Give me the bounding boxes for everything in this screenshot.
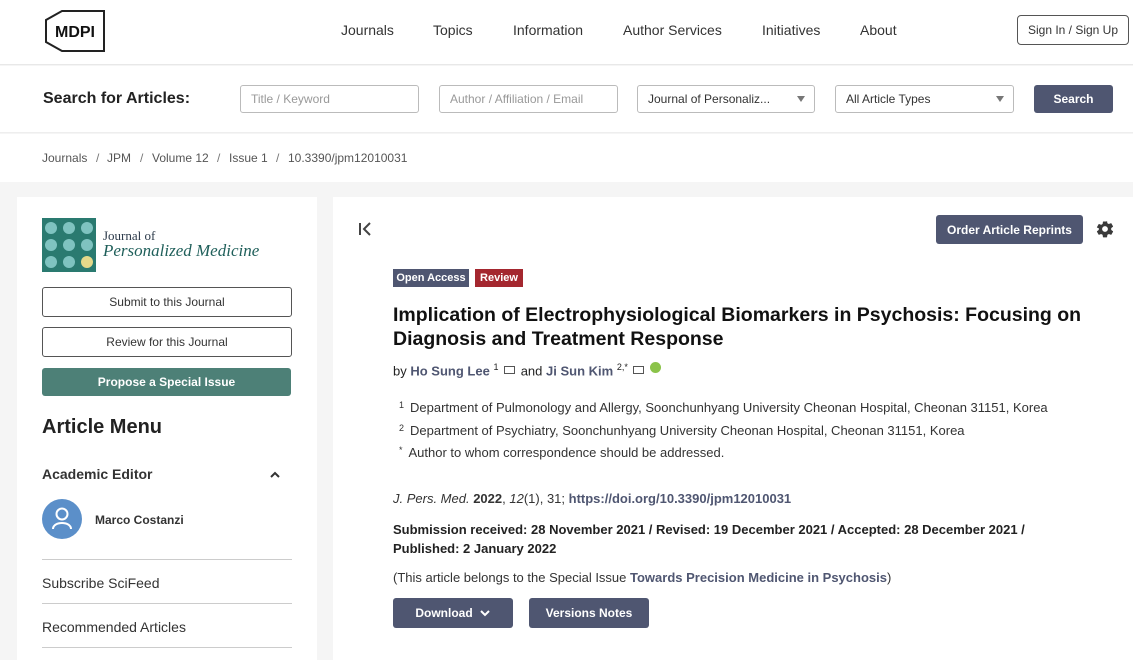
citation: J. Pers. Med. 2022, 12(1), 31; https://d… [393, 491, 791, 506]
chevron-down-icon [479, 610, 490, 617]
nav-author-services[interactable]: Author Services [623, 22, 722, 38]
affiliation: * Author to whom correspondence should be… [399, 445, 724, 460]
author-affiliation-input[interactable]: Author / Affiliation / Email [439, 85, 618, 113]
affiliation-text: Department of Pulmonology and Allergy, S… [410, 400, 1048, 415]
orcid-icon[interactable] [650, 362, 662, 374]
breadcrumb-separator: / [140, 151, 144, 165]
journal-name[interactable]: Personalized Medicine [103, 241, 259, 261]
affiliation-text: Department of Psychiatry, Soonchunhyang … [410, 423, 965, 438]
breadcrumb-issue[interactable]: Issue 1 [229, 151, 268, 165]
affiliation-text: Author to whom correspondence should be … [408, 445, 725, 460]
open-access-badge: Open Access [393, 269, 469, 287]
author-list: by Ho Sung Lee 1 and Ji Sun Kim 2,* [393, 362, 662, 379]
article-panel: Order Article Reprints Open Access Revie… [333, 197, 1133, 660]
search-bar: Search for Articles: Title / Keyword Aut… [0, 66, 1133, 133]
sidebar: Journal of Personalized Medicine Submit … [17, 197, 317, 660]
citation-issue-page: (1), 31; [523, 491, 569, 506]
divider [42, 603, 292, 604]
author-affiliation-number: 2,* [616, 362, 628, 372]
special-issue-prefix: (This article belongs to the Special Iss… [393, 570, 631, 585]
affiliation-number: 1 [399, 400, 405, 410]
search-label: Search for Articles: [43, 90, 191, 107]
affiliation-number: * [399, 445, 403, 455]
journal-abbrev: J. Pers. Med. [393, 491, 470, 506]
special-issue-note: (This article belongs to the Special Iss… [393, 570, 891, 585]
submit-journal-button[interactable]: Submit to this Journal [42, 287, 292, 317]
email-icon[interactable] [633, 366, 645, 375]
breadcrumb-jpm[interactable]: JPM [107, 151, 131, 165]
affiliation: 1 Department of Pulmonology and Allergy, … [399, 400, 1048, 415]
collapse-sidebar-icon[interactable] [357, 221, 373, 237]
versions-notes-button[interactable]: Versions Notes [529, 598, 649, 628]
breadcrumb-separator: / [96, 151, 100, 165]
nav-initiatives[interactable]: Initiatives [762, 22, 820, 38]
user-icon [52, 507, 72, 530]
top-navigation-bar: MDPI Journals Topics Information Author … [0, 0, 1133, 65]
divider [42, 559, 292, 560]
breadcrumb: Journals / JPM / Volume 12 / Issue 1 / 1… [0, 134, 1133, 182]
breadcrumb-doi: 10.3390/jpm12010031 [288, 151, 408, 165]
doi-link[interactable]: https://doi.org/10.3390/jpm12010031 [569, 491, 792, 506]
order-reprints-button[interactable]: Order Article Reprints [936, 215, 1083, 244]
nav-topics[interactable]: Topics [433, 22, 473, 38]
special-issue-suffix: ) [886, 570, 892, 585]
special-issue-link[interactable]: Towards Precision Medicine in Psychosis [630, 570, 887, 585]
subscribe-scifeed-link[interactable]: Subscribe SciFeed [42, 575, 160, 591]
affiliation-number: 2 [399, 423, 405, 433]
mdpi-logo[interactable]: MDPI [42, 10, 107, 52]
search-button[interactable]: Search [1034, 85, 1113, 113]
nav-journals[interactable]: Journals [341, 22, 394, 38]
chevron-down-icon [996, 96, 1004, 102]
breadcrumb-journals[interactable]: Journals [42, 151, 87, 165]
breadcrumb-separator: / [217, 151, 221, 165]
download-label: Download [415, 606, 473, 620]
title-keyword-input[interactable]: Title / Keyword [240, 85, 419, 113]
review-badge: Review [475, 269, 523, 287]
article-type-value: All Article Types [846, 92, 931, 106]
propose-special-issue-button[interactable]: Propose a Special Issue [42, 368, 291, 396]
citation-volume: 12 [509, 491, 524, 506]
editor-avatar[interactable] [42, 499, 82, 539]
review-journal-button[interactable]: Review for this Journal [42, 327, 292, 357]
email-icon[interactable] [504, 366, 516, 375]
article-type-select[interactable]: All Article Types [835, 85, 1014, 113]
nav-information[interactable]: Information [513, 22, 583, 38]
journal-select-value: Journal of Personaliz... [648, 92, 771, 106]
divider [42, 647, 292, 648]
author-link[interactable]: Ho Sung Lee [410, 363, 489, 378]
and-label: and [520, 363, 543, 379]
breadcrumb-separator: / [276, 151, 280, 165]
nav-about[interactable]: About [860, 22, 897, 38]
editor-name[interactable]: Marco Costanzi [95, 513, 184, 527]
svg-text:MDPI: MDPI [55, 24, 95, 41]
breadcrumb-volume[interactable]: Volume 12 [152, 151, 209, 165]
article-menu-heading: Article Menu [42, 416, 163, 438]
citation-year: 2022 [473, 491, 503, 506]
article-title: Implication of Electrophysiological Biom… [393, 304, 1082, 350]
journal-logo-icon[interactable] [42, 218, 96, 272]
by-label: by [393, 363, 407, 379]
recommended-articles-link[interactable]: Recommended Articles [42, 619, 186, 635]
download-button[interactable]: Download [393, 598, 513, 628]
author-link[interactable]: Ji Sun Kim [546, 363, 613, 378]
gear-icon[interactable] [1095, 219, 1115, 239]
sign-in-button[interactable]: Sign In / Sign Up [1017, 15, 1129, 45]
author-affiliation-number: 1 [493, 362, 499, 372]
journal-select[interactable]: Journal of Personaliz... [637, 85, 815, 113]
publication-dates: Submission received: 28 November 2021 / … [393, 522, 1025, 556]
chevron-down-icon [797, 96, 805, 102]
academic-editor-heading[interactable]: Academic Editor [42, 466, 152, 482]
chevron-up-icon[interactable] [269, 469, 281, 479]
affiliation: 2 Department of Psychiatry, Soonchunhyang… [399, 423, 965, 438]
